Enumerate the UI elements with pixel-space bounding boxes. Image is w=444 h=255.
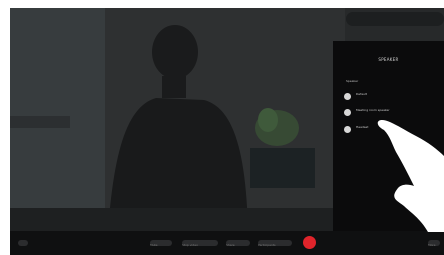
option-label: Headset xyxy=(356,125,369,129)
panel-subtitle: Speaker xyxy=(346,79,359,83)
stop-video-button[interactable]: Stop video xyxy=(182,240,218,247)
call-toolbar: Mute Stop video Share Participants More xyxy=(10,231,444,255)
button-label: Stop video xyxy=(182,243,198,247)
button-label: Participants xyxy=(258,243,276,247)
button-label: Mute xyxy=(150,243,158,247)
panel-title: SPEAKER xyxy=(378,57,399,62)
share-button[interactable]: Share xyxy=(226,240,250,247)
top-notification-pill xyxy=(346,12,444,26)
button-label: Share xyxy=(226,243,235,247)
radio-icon xyxy=(344,126,351,133)
more-button[interactable]: More xyxy=(428,240,440,247)
radio-icon xyxy=(344,109,351,116)
mute-button[interactable]: Mute xyxy=(150,240,172,247)
toolbar-button-left[interactable] xyxy=(18,240,28,246)
speaker-option-default[interactable]: Default xyxy=(344,91,434,105)
pointing-hand-overlay xyxy=(377,120,444,232)
participants-button[interactable]: Participants xyxy=(258,240,292,247)
end-call-button[interactable] xyxy=(303,236,316,249)
option-label: Default xyxy=(356,92,367,96)
radio-icon xyxy=(344,93,351,100)
button-label: More xyxy=(428,243,436,247)
